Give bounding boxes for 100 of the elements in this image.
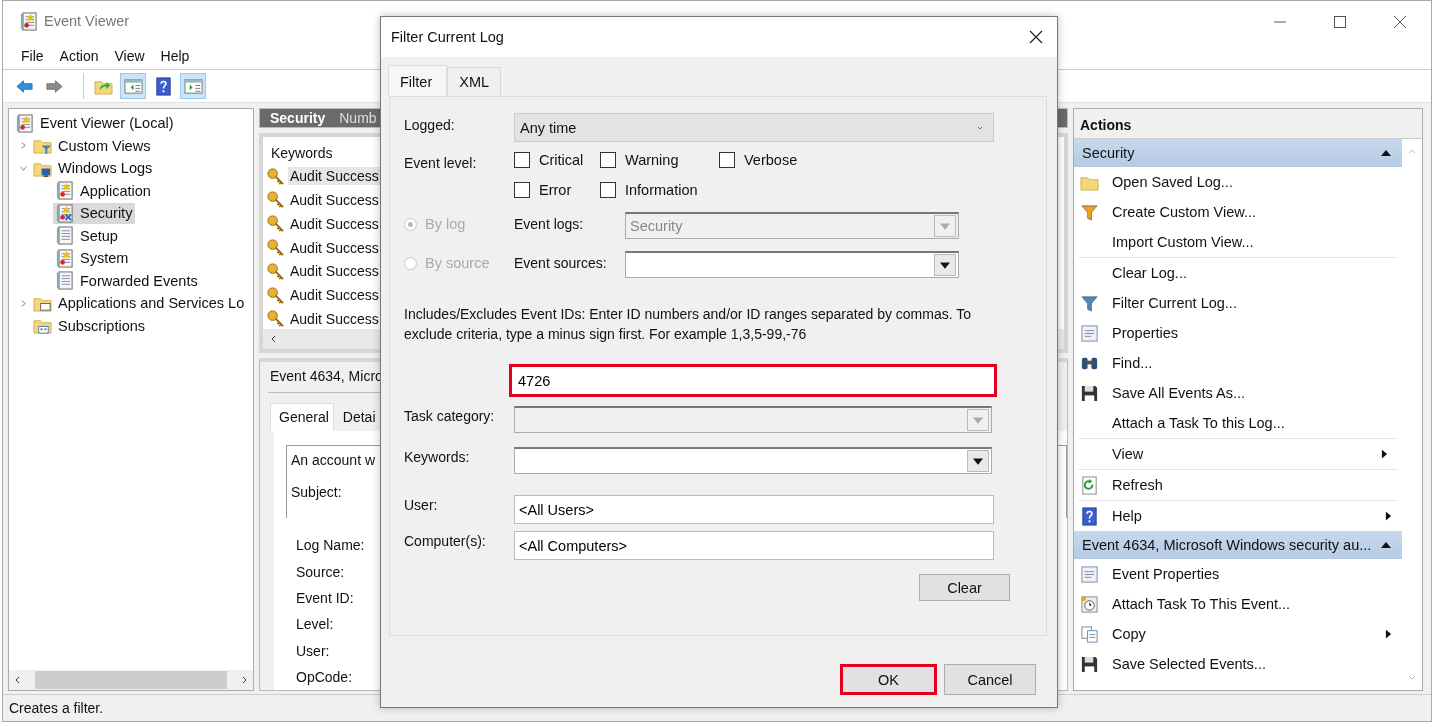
- field-label: Event sources:: [514, 254, 608, 271]
- action-link[interactable]: Refresh: [1078, 470, 1398, 501]
- list-row[interactable]: Audit Success: [288, 238, 381, 257]
- action-link[interactable]: Open Saved Log...: [1074, 167, 1402, 197]
- action-link[interactable]: View: [1078, 439, 1398, 470]
- tree-item[interactable]: Application: [53, 180, 154, 202]
- checkbox-square[interactable]: [600, 152, 616, 168]
- chevron-right-icon[interactable]: [19, 141, 28, 151]
- help-icon: [153, 76, 173, 96]
- field-label: Event logs:: [514, 215, 585, 232]
- menu-item[interactable]: View: [106, 46, 153, 66]
- tree-item[interactable]: System: [53, 247, 132, 269]
- checkbox-square[interactable]: [514, 152, 530, 168]
- column-text: Numb: [339, 110, 377, 127]
- cancel-button[interactable]: Cancel: [944, 664, 1036, 695]
- collapse-icon[interactable]: [1380, 148, 1392, 158]
- action-link[interactable]: Clear Log...: [1074, 258, 1402, 288]
- chevron-right-icon[interactable]: [19, 298, 28, 308]
- action-link[interactable]: Create Custom View...: [1074, 197, 1402, 227]
- tree-item[interactable]: Forwarded Events: [53, 270, 201, 292]
- horizontal-scrollbar[interactable]: [9, 670, 253, 690]
- action-link[interactable]: Import Custom View...: [1078, 227, 1398, 258]
- tree-item[interactable]: Event Viewer (Local): [13, 112, 177, 134]
- refresh-icon: [1080, 475, 1099, 495]
- user-field[interactable]: <All Users>: [514, 495, 994, 524]
- field-label: Keywords:: [404, 448, 471, 465]
- close-icon[interactable]: [1029, 30, 1043, 44]
- submenu-arrow-icon[interactable]: [1385, 510, 1392, 522]
- log-book-icon: [19, 11, 38, 31]
- caret-icon: [934, 215, 956, 237]
- action-link[interactable]: Save Selected Events...: [1074, 649, 1402, 679]
- time-range-dropdown[interactable]: Any time: [514, 113, 994, 142]
- checkbox[interactable]: Critical: [514, 152, 600, 168]
- action-link[interactable]: Copy: [1074, 619, 1402, 649]
- action-link[interactable]: Attach a Task To this Log...: [1078, 408, 1398, 439]
- notebook-icon: [55, 226, 74, 246]
- status-text: Creates a filter.: [9, 700, 104, 716]
- list-row[interactable]: Audit Success: [288, 190, 381, 209]
- tree-item[interactable]: Custom Views: [31, 135, 154, 157]
- list-row[interactable]: Audit Success: [288, 286, 381, 305]
- keywords-dropdown[interactable]: [514, 447, 992, 474]
- clear-button[interactable]: Clear: [919, 574, 1010, 601]
- tab[interactable]: XML: [447, 67, 502, 96]
- list-row[interactable]: Audit Success: [288, 167, 381, 186]
- help-text: Includes/Excludes Event IDs: Enter ID numbers and/or ID ranges separated by commas. To exclude criteria, type a minus sign first. For example 1,3,5-99,-76: [404, 305, 972, 344]
- action-link[interactable]: Save All Events As...: [1074, 378, 1402, 408]
- checkbox-square[interactable]: [600, 182, 616, 198]
- checkbox-square[interactable]: [719, 152, 735, 168]
- event-id-field[interactable]: 4726: [509, 364, 997, 397]
- tab[interactable]: Filter: [388, 65, 448, 96]
- group-header[interactable]: Security: [1074, 139, 1402, 167]
- pane-title: Actions: [1074, 109, 1422, 139]
- group-title: Security: [1082, 145, 1135, 161]
- action-link[interactable]: Find...: [1074, 348, 1402, 378]
- field-label: Event ID:: [296, 588, 354, 608]
- submenu-arrow-icon[interactable]: [1385, 628, 1392, 640]
- checkbox[interactable]: Error: [514, 182, 600, 198]
- tree-item[interactable]: Applications and Services Lo: [31, 292, 248, 314]
- tree-item[interactable]: Setup: [53, 225, 121, 247]
- column-header[interactable]: Keywords: [263, 137, 333, 165]
- checkbox[interactable]: Verbose: [719, 152, 798, 168]
- list-row[interactable]: Audit Success: [288, 309, 381, 328]
- key-icon: [266, 285, 285, 305]
- action-link[interactable]: Properties: [1074, 318, 1402, 348]
- tree-item[interactable]: Subscriptions: [31, 315, 149, 337]
- notebook-icon: [55, 271, 74, 291]
- field-label: Log Name:: [296, 536, 365, 556]
- action-link[interactable]: Filter Current Log...: [1074, 288, 1402, 318]
- menu-item[interactable]: Action: [51, 46, 107, 66]
- ok-button[interactable]: OK: [840, 664, 937, 695]
- checkbox-square[interactable]: [514, 182, 530, 198]
- field-label: User:: [404, 496, 439, 513]
- log-book-icon: [55, 203, 74, 223]
- checkbox[interactable]: Warning: [600, 152, 719, 168]
- tree-item[interactable]: Windows Logs: [31, 157, 156, 179]
- key-icon: [266, 214, 285, 234]
- tab[interactable]: Detai: [333, 403, 381, 432]
- collapse-icon[interactable]: [1380, 540, 1392, 550]
- menu-item[interactable]: Help: [152, 46, 198, 66]
- field-label: Computer(s):: [404, 532, 487, 549]
- log-book-icon: [55, 248, 74, 268]
- field-label: Event level:: [404, 154, 478, 171]
- group-header[interactable]: Event 4634, Microsoft Windows security au...: [1074, 531, 1402, 559]
- tab[interactable]: General: [270, 403, 334, 432]
- tree-item[interactable]: Security: [53, 202, 136, 224]
- close-icon[interactable]: [1393, 15, 1407, 29]
- maximize-icon[interactable]: [1333, 15, 1347, 29]
- caret-icon: [967, 409, 989, 431]
- help-icon: [1080, 506, 1099, 526]
- properties-icon: [1080, 323, 1099, 343]
- action-link[interactable]: Event Properties: [1074, 559, 1402, 589]
- menu-item[interactable]: File: [13, 46, 52, 66]
- action-link[interactable]: Attach Task To This Event...: [1074, 589, 1402, 619]
- submenu-arrow-icon[interactable]: [1381, 448, 1388, 460]
- action-link[interactable]: Help: [1074, 501, 1402, 531]
- caret-icon: [967, 450, 989, 472]
- checkbox[interactable]: Information: [600, 182, 719, 198]
- list-row[interactable]: Audit Success: [288, 214, 381, 233]
- list-row[interactable]: Audit Success: [288, 262, 381, 281]
- computer-field[interactable]: <All Computers>: [514, 531, 994, 560]
